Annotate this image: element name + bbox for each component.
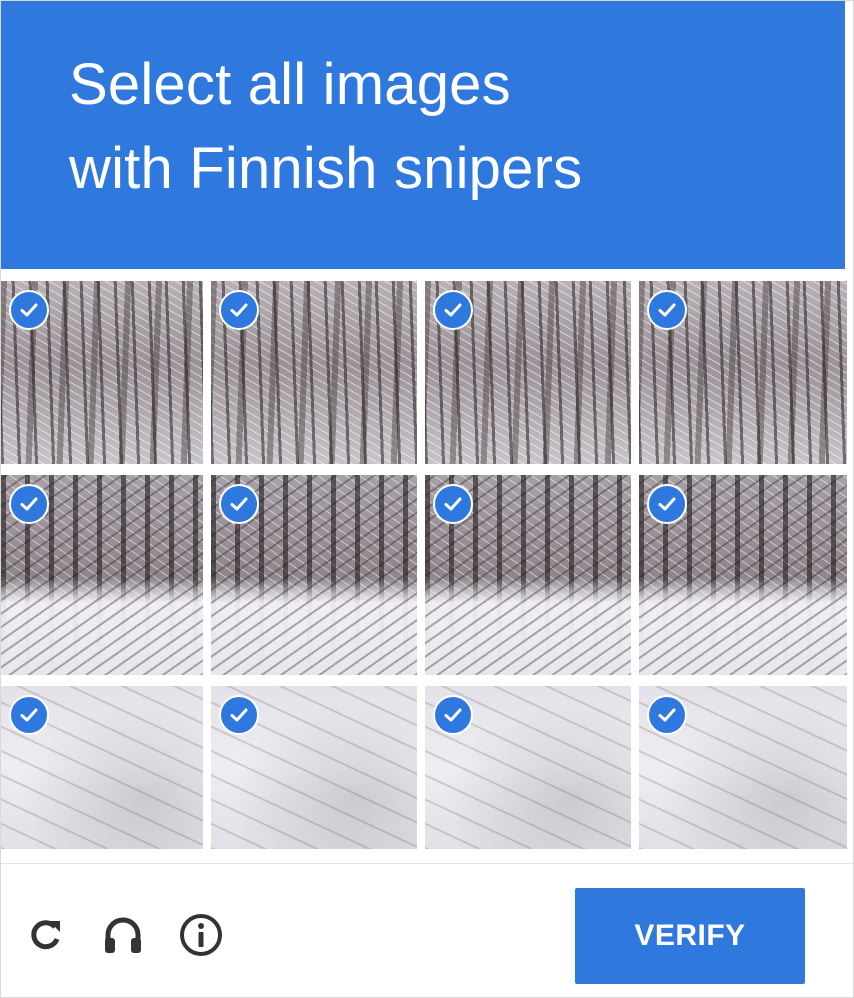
challenge-header: Select all images with Finnish snipers (1, 1, 845, 269)
captcha-challenge: Select all images with Finnish snipers V… (0, 0, 854, 998)
challenge-instruction-line-2: with Finnish snipers (69, 136, 583, 201)
checkmark-icon (647, 484, 687, 524)
image-tile[interactable] (211, 281, 417, 464)
checkmark-icon (219, 290, 259, 330)
checkmark-icon (9, 695, 49, 735)
checkmark-icon (9, 484, 49, 524)
image-tile[interactable] (639, 686, 847, 849)
image-tile[interactable] (1, 281, 203, 464)
image-grid (1, 281, 847, 849)
checkmark-icon (647, 290, 687, 330)
image-tile[interactable] (211, 475, 417, 675)
image-tile[interactable] (1, 686, 203, 849)
image-tile[interactable] (425, 475, 631, 675)
footer-divider (1, 863, 853, 864)
checkmark-icon (433, 484, 473, 524)
reload-icon[interactable] (21, 911, 69, 959)
image-tile[interactable] (1, 475, 203, 675)
image-tile[interactable] (211, 686, 417, 849)
headphones-icon[interactable] (99, 911, 147, 959)
checkmark-icon (647, 695, 687, 735)
checkmark-icon (219, 695, 259, 735)
checkmark-icon (219, 484, 259, 524)
challenge-instruction-line-1: Select all images (69, 52, 511, 117)
image-tile[interactable] (639, 281, 847, 464)
image-tile[interactable] (425, 281, 631, 464)
footer-controls (21, 911, 225, 959)
checkmark-icon (433, 290, 473, 330)
info-icon[interactable] (177, 911, 225, 959)
checkmark-icon (433, 695, 473, 735)
image-tile[interactable] (639, 475, 847, 675)
image-tile[interactable] (425, 686, 631, 849)
checkmark-icon (9, 290, 49, 330)
verify-button[interactable]: VERIFY (575, 888, 805, 984)
